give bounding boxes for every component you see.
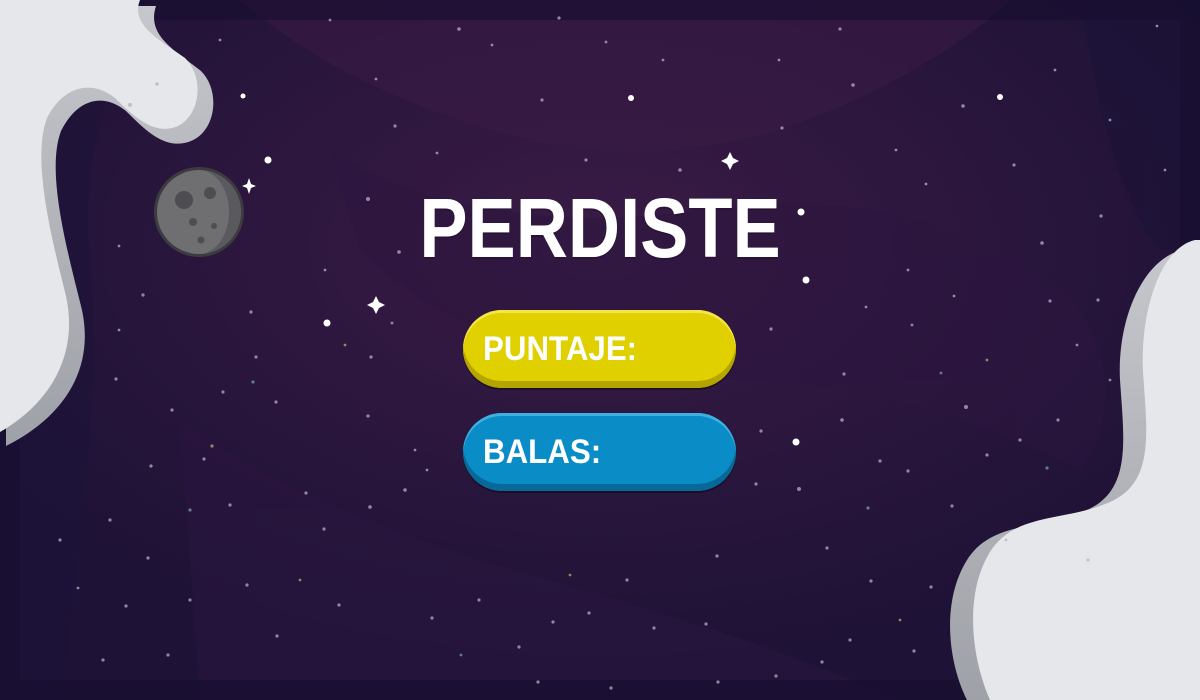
game-over-screen: PERDISTE PUNTAJE: BALAS: — [0, 0, 1200, 700]
score-label: PUNTAJE: — [483, 329, 638, 368]
game-over-title: PERDISTE — [419, 181, 781, 275]
bullets-label: BALAS: — [483, 432, 602, 471]
score-display: PUNTAJE: — [463, 310, 736, 388]
bullets-display: BALAS: — [463, 413, 736, 491]
